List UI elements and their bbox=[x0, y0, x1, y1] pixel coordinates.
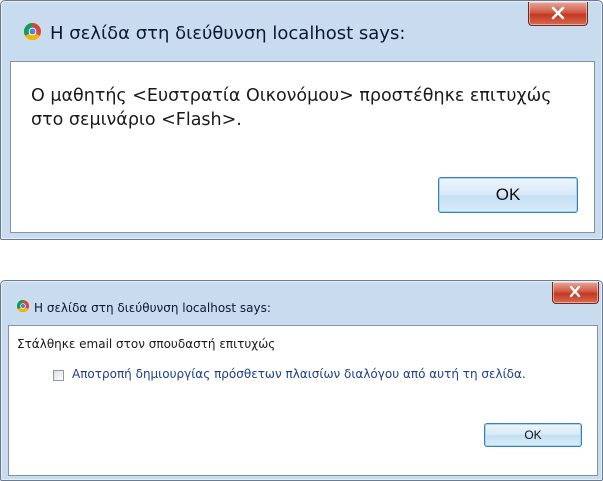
close-x-icon bbox=[551, 6, 565, 20]
dialog-body: Ο μαθητής <Ευστρατία Οικονόμου> προστέθη… bbox=[10, 61, 595, 233]
chrome-icon bbox=[24, 23, 41, 40]
alert-dialog-email-sent: Η σελίδα στη διεύθυνση localhost says: Σ… bbox=[0, 280, 603, 481]
ok-button[interactable]: OK bbox=[484, 423, 582, 447]
dialog-title: Η σελίδα στη διεύθυνση localhost says: bbox=[34, 301, 271, 315]
dialog-message: Στάλθηκε email στον σπουδαστή επιτυχώς bbox=[17, 337, 276, 351]
dialog-title: Η σελίδα στη διεύθυνση localhost says: bbox=[50, 23, 406, 44]
close-button[interactable] bbox=[528, 2, 588, 26]
alert-dialog-student-added: Η σελίδα στη διεύθυνση localhost says: Ο… bbox=[0, 0, 603, 240]
ok-button[interactable]: OK bbox=[438, 177, 578, 213]
close-x-icon bbox=[569, 285, 581, 298]
dialog-message: Ο μαθητής <Ευστρατία Οικονόμου> προστέθη… bbox=[31, 86, 552, 130]
dialog-body: Στάλθηκε email στον σπουδαστή επιτυχώς Α… bbox=[8, 325, 598, 476]
dialog-titlebar[interactable]: Η σελίδα στη διεύθυνση localhost says: bbox=[1, 281, 602, 318]
chrome-icon bbox=[17, 300, 29, 312]
suppress-dialogs-checkbox[interactable] bbox=[53, 370, 64, 381]
close-button[interactable] bbox=[552, 282, 599, 304]
suppress-dialogs-label[interactable]: Αποτροπή δημιουργίας πρόσθετων πλαισίων … bbox=[72, 367, 526, 381]
dialog-titlebar[interactable]: Η σελίδα στη διεύθυνση localhost says: bbox=[1, 1, 602, 61]
